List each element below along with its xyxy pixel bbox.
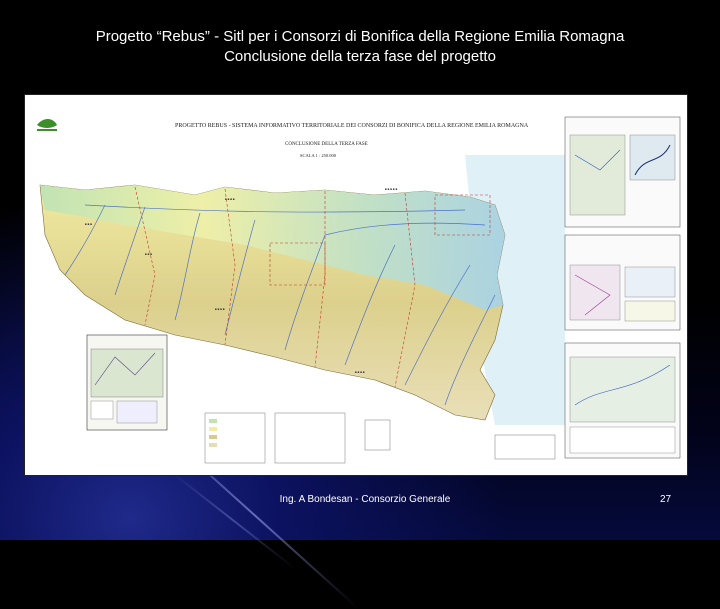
slide-footer: Ing. A Bondesan - Consorzio Generale: [279, 494, 451, 505]
poster-map: ■ ■ ■ ■ ■ ■ ■ ■ ■ ■ ■ ■ ■ ■ ■ ■ ■ ■ ■ ■ …: [25, 95, 687, 475]
poster-scale: SCALA 1 : 250.000: [300, 153, 337, 158]
slide-title: Progetto “Rebus” - Sitl per i Consorzi d…: [20, 27, 700, 67]
svg-text:■ ■ ■ ■: ■ ■ ■ ■: [355, 370, 365, 374]
svg-text:■ ■ ■ ■: ■ ■ ■ ■: [225, 197, 235, 201]
svg-text:■ ■ ■ ■: ■ ■ ■ ■: [215, 307, 225, 311]
page-number: 27: [660, 494, 672, 505]
svg-text:■ ■ ■: ■ ■ ■: [145, 252, 152, 256]
title-line-1: Progetto “Rebus” - Sitl per i Consorzi d…: [95, 28, 625, 45]
poster-subheading: CONCLUSIONE DELLA TERZA FASE: [285, 142, 368, 147]
right-panel-bottom: [564, 342, 681, 459]
inset-map-left: [86, 334, 168, 431]
svg-text:■ ■ ■: ■ ■ ■: [85, 222, 92, 226]
poster-heading: PROGETTO REBUS - SISTEMA INFORMATIVO TER…: [175, 123, 529, 129]
title-line-2: Conclusione della terza fase del progett…: [224, 48, 496, 65]
svg-text:■ ■ ■ ■ ■: ■ ■ ■ ■ ■: [385, 187, 398, 191]
right-panel-middle: [564, 234, 681, 331]
project-poster: ■ ■ ■ ■ ■ ■ ■ ■ ■ ■ ■ ■ ■ ■ ■ ■ ■ ■ ■ ■ …: [25, 95, 687, 475]
right-panel-top: [564, 116, 681, 228]
